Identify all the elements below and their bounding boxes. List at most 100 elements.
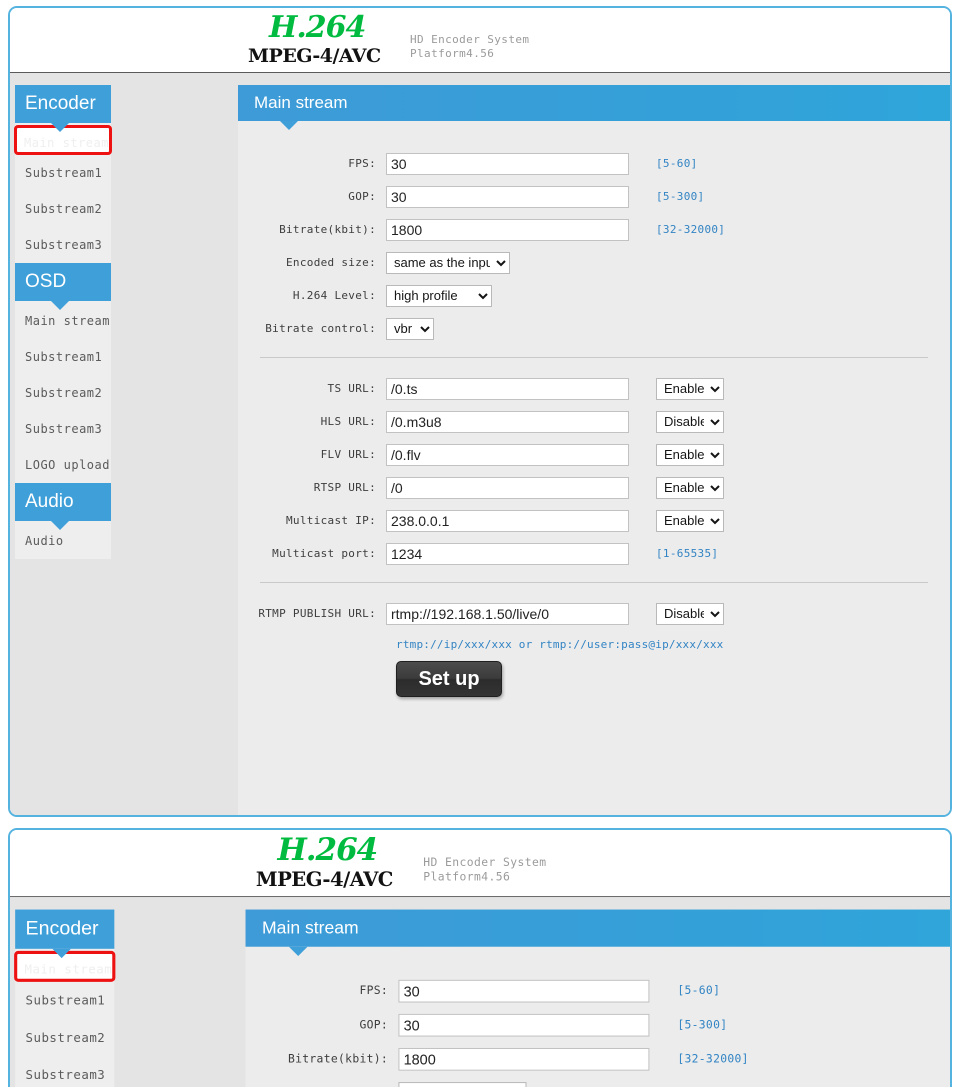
sidebar-item-encoder-substream1[interactable]: Substream1: [15, 982, 114, 1019]
brand-subtitle-line2: Platform4.56: [410, 47, 495, 60]
multicast-port-input[interactable]: [386, 542, 629, 565]
form-row-encoded-size: Encoded size: same as the input: [238, 246, 950, 279]
sidebar-secondary: Encoder Main stream Substream1 Substream…: [14, 909, 116, 1087]
sidebar-group-osd-title: OSD: [25, 271, 67, 292]
multicast-ip-input[interactable]: [386, 509, 629, 532]
sidebar-item-encoder-substream2[interactable]: Substream2: [15, 1019, 114, 1056]
bitrate-control-label: Bitrate control:: [265, 322, 376, 335]
rtsp-url-state-select[interactable]: Enable: [656, 476, 724, 499]
logo-mpeg4-avc: MPEG-4/AVC: [255, 868, 394, 891]
sidebar-item-osd-logo-upload[interactable]: LOGO upload: [15, 447, 111, 483]
content-title-bar-secondary: Main stream: [245, 909, 950, 957]
sidebar-item-encoder-substream2[interactable]: Substream2: [15, 191, 111, 227]
page-title: Main stream: [262, 917, 359, 938]
sidebar-item-encoder-substream1[interactable]: Substream1: [15, 155, 111, 191]
hls-url-label: HLS URL:: [320, 415, 376, 428]
fps-range-hint: [5-60]: [677, 983, 721, 998]
fps-input[interactable]: [386, 152, 629, 175]
bitrate-input[interactable]: [398, 1047, 650, 1071]
form-row-fps: FPS: [5-60]: [238, 147, 950, 180]
multicast-port-range-hint: [1-65535]: [656, 547, 719, 560]
sidebar-group-encoder-header[interactable]: Encoder: [15, 85, 111, 132]
form-row-fps: FPS: [5-60]: [246, 974, 950, 1008]
brand-subtitle-line2: Platform4.56: [423, 870, 511, 884]
content-panel-secondary: Main stream FPS: [5-60] GOP: [5-300]: [245, 909, 950, 1087]
sidebar: Encoder Main stream Substream1 Substream…: [14, 85, 112, 559]
hls-url-input[interactable]: [386, 410, 629, 433]
sidebar-group-audio-header[interactable]: Audio: [15, 483, 111, 530]
sidebar-group-encoder-items: Main stream Substream1 Substream2 Substr…: [14, 948, 116, 1087]
setup-button[interactable]: Set up: [396, 661, 502, 697]
form-row-h264-level: H.264 Level: high profile: [238, 279, 950, 312]
brand-subtitle-secondary: HD Encoder System Platform4.56: [423, 856, 546, 885]
main-stream-form-secondary: FPS: [5-60] GOP: [5-300] Bitrate(kbit):: [246, 947, 950, 1087]
sidebar-group-encoder-header[interactable]: Encoder: [15, 909, 115, 959]
gop-input[interactable]: [398, 1013, 650, 1037]
gop-label: GOP:: [359, 1018, 389, 1032]
encoded-size-select[interactable]: same as the input: [386, 251, 510, 274]
bitrate-range-hint: [32-32000]: [656, 223, 726, 236]
sidebar-group-osd-items: Main stream Substream1 Substream2 Substr…: [15, 301, 111, 483]
logo-h264: H.264: [269, 10, 366, 45]
sidebar-group-encoder-title: Encoder: [25, 93, 96, 114]
form-row-flv-url: FLV URL: Enable: [238, 438, 950, 471]
h264-level-select[interactable]: high profile: [386, 284, 492, 307]
main-stream-form: FPS: [5-60] GOP: [5-300] Bitrate(kbit): …: [238, 121, 950, 697]
sidebar-item-osd-substream1[interactable]: Substream1: [15, 339, 111, 375]
brand-header-secondary: H.264 MPEG-4/AVC HD Encoder System Platf…: [10, 830, 950, 898]
panel-body-secondary: Encoder Main stream Substream1 Substream…: [10, 897, 950, 1087]
bitrate-control-select[interactable]: vbr: [386, 317, 434, 340]
sidebar-group-audio-title: Audio: [25, 491, 74, 512]
flv-url-state-select[interactable]: Enable: [656, 443, 724, 466]
multicast-ip-label: Multicast IP:: [286, 514, 376, 527]
gop-input[interactable]: [386, 185, 629, 208]
ts-url-label: TS URL:: [327, 382, 376, 395]
flv-url-label: FLV URL:: [320, 448, 376, 461]
flv-url-input[interactable]: [386, 443, 629, 466]
form-row-ts-url: TS URL: Enable: [238, 372, 950, 405]
sidebar-item-osd-substream2[interactable]: Substream2: [15, 375, 111, 411]
sidebar-item-encoder-substream3[interactable]: Substream3: [15, 227, 111, 263]
brand-subtitle: HD Encoder System Platform4.56: [410, 33, 529, 61]
bitrate-input[interactable]: [386, 218, 629, 241]
encoded-size-select[interactable]: same as the input: [398, 1081, 527, 1087]
rtsp-url-label: RTSP URL:: [313, 481, 376, 494]
sidebar-group-encoder-title: Encoder: [25, 917, 99, 940]
encoder-panel-secondary: H.264 MPEG-4/AVC HD Encoder System Platf…: [8, 828, 952, 1087]
bitrate-range-hint: [32-32000]: [677, 1052, 749, 1066]
form-row-multicast-port: Multicast port: [1-65535]: [238, 537, 950, 570]
fps-range-hint: [5-60]: [656, 157, 698, 170]
sidebar-item-encoder-substream3[interactable]: Substream3: [15, 1056, 114, 1087]
multicast-ip-state-select[interactable]: Enable: [656, 509, 724, 532]
gop-range-hint: [5-300]: [656, 190, 705, 203]
logo-mpeg4-avc: MPEG-4/AVC: [248, 45, 381, 67]
chevron-down-icon: [288, 946, 308, 957]
encoded-size-label: Encoded size:: [286, 256, 376, 269]
sidebar-item-osd-substream3[interactable]: Substream3: [15, 411, 111, 447]
rtmp-publish-url-input[interactable]: [386, 602, 629, 625]
fps-input[interactable]: [398, 979, 650, 1002]
chevron-down-icon: [280, 121, 298, 130]
rtmp-state-select[interactable]: Disable: [656, 602, 724, 625]
ts-url-input[interactable]: [386, 377, 629, 400]
form-row-bitrate: Bitrate(kbit): [32-32000]: [238, 213, 950, 246]
gop-label: GOP:: [348, 190, 376, 203]
form-row-bitrate: Bitrate(kbit): [32-32000]: [246, 1042, 950, 1076]
chevron-down-icon: [51, 521, 69, 530]
brand-subtitle-line1: HD Encoder System: [423, 855, 547, 870]
form-row-rtmp-publish-url: RTMP PUBLISH URL: Disable: [238, 597, 950, 630]
ts-url-state-select[interactable]: Enable: [656, 377, 724, 400]
rtsp-url-input[interactable]: [386, 476, 629, 499]
bitrate-label: Bitrate(kbit):: [279, 223, 376, 236]
fps-label: FPS:: [359, 983, 389, 998]
logo-h264: H.264: [277, 832, 379, 869]
brand-header: H.264 MPEG-4/AVC HD Encoder System Platf…: [10, 8, 950, 73]
chevron-down-icon: [51, 123, 69, 132]
app-root: H.264 MPEG-4/AVC HD Encoder System Platf…: [0, 0, 960, 1087]
rtmp-publish-url-label: RTMP PUBLISH URL:: [258, 607, 376, 620]
hls-url-state-select[interactable]: Disable: [656, 410, 724, 433]
fps-label: FPS:: [348, 157, 376, 170]
form-row-multicast-ip: Multicast IP: Enable: [238, 504, 950, 537]
brand-subtitle-line1: HD Encoder System: [410, 33, 530, 46]
sidebar-group-osd-header[interactable]: OSD: [15, 263, 111, 310]
